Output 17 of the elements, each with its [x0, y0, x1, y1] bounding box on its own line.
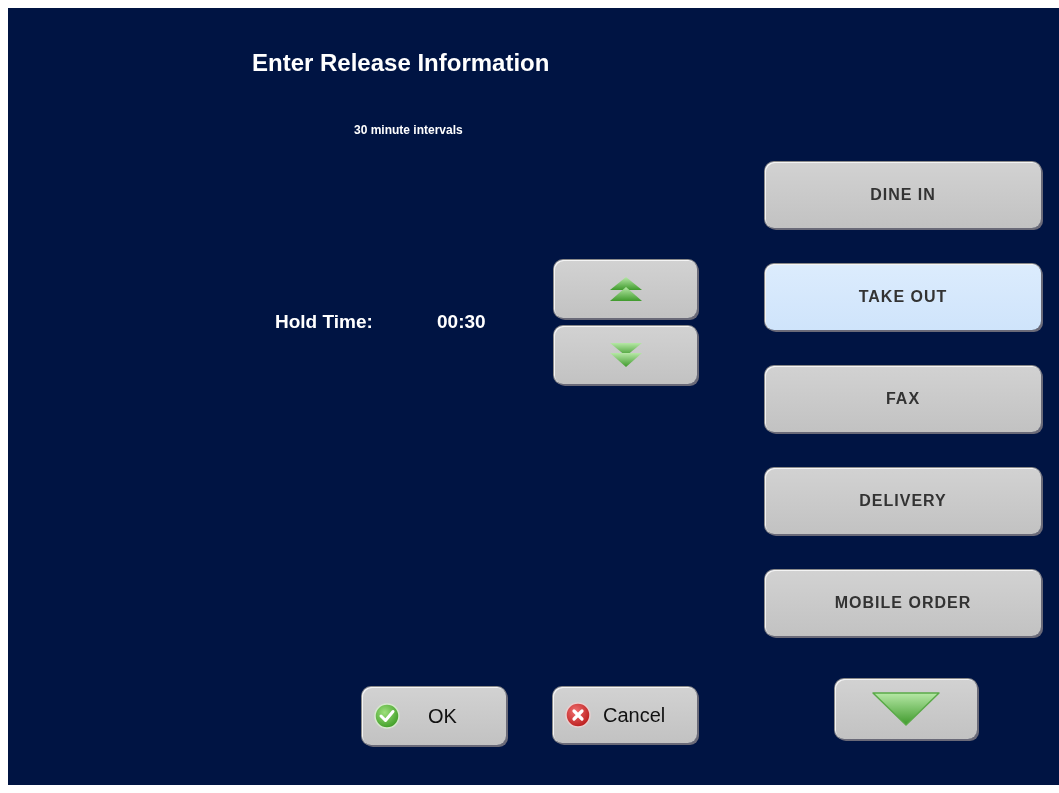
- down-arrow-icon: [871, 691, 941, 727]
- cancel-button[interactable]: Cancel: [553, 687, 697, 743]
- scroll-down-button[interactable]: [835, 679, 977, 739]
- hold-time-label: Hold Time:: [275, 311, 374, 333]
- order-type-button[interactable]: DELIVERY: [765, 468, 1041, 534]
- interval-note: 30 minute intervals: [354, 123, 463, 137]
- order-type-button[interactable]: FAX: [765, 366, 1041, 432]
- increase-button[interactable]: [554, 260, 697, 318]
- order-type-button[interactable]: TAKE OUT: [765, 264, 1041, 330]
- decrease-button[interactable]: [554, 326, 697, 384]
- ok-button[interactable]: OK: [362, 687, 506, 745]
- order-type-button[interactable]: MOBILE ORDER: [765, 570, 1041, 636]
- order-type-button[interactable]: DINE IN: [765, 162, 1041, 228]
- close-icon: [565, 702, 591, 728]
- checkmark-icon: [374, 703, 400, 729]
- dialog-title: Enter Release Information: [252, 48, 551, 78]
- hold-time-value: 00:30: [437, 311, 487, 333]
